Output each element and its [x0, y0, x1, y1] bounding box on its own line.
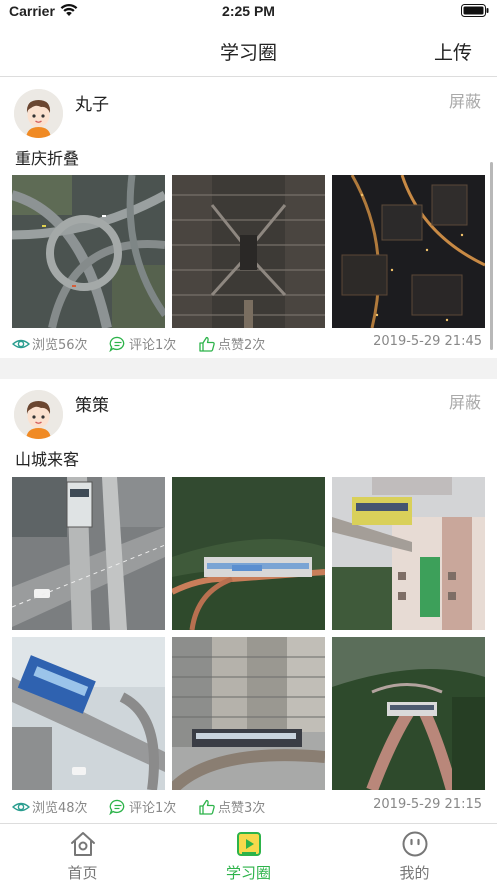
likes-stat[interactable]: 点赞2次: [198, 334, 265, 353]
tab-home-label: 首页: [67, 864, 98, 882]
avatar[interactable]: [14, 89, 63, 138]
post-text: 山城来客: [15, 450, 80, 469]
comment-icon: [109, 799, 125, 815]
upload-button[interactable]: 上传: [434, 38, 472, 65]
tab-mine[interactable]: 我的: [332, 824, 497, 883]
avatar-face-icon: [14, 390, 63, 439]
comments-stat[interactable]: 评论1次: [109, 797, 176, 816]
status-time: 2:25 PM: [222, 3, 275, 19]
likes-stat[interactable]: 点赞3次: [198, 797, 265, 816]
views-count: 浏览48次: [32, 801, 88, 816]
tab-bar: 首页 学习圈 我的: [0, 823, 497, 883]
post-stats: 浏览48次 评论1次 点赞3次 2019-5-29 21:15: [12, 797, 482, 816]
post-photo[interactable]: [332, 637, 485, 790]
views-count: 浏览56次: [32, 338, 88, 353]
face-icon: [402, 831, 428, 857]
views-stat: 浏览56次: [12, 334, 88, 353]
likes-count: 点赞3次: [218, 801, 266, 816]
comments-count: 评论1次: [129, 801, 177, 816]
navigation-bar: 学习圈 上传: [0, 24, 497, 77]
page-title: 学习圈: [219, 42, 277, 64]
comments-stat[interactable]: 评论1次: [109, 334, 176, 353]
photo-grid: [12, 477, 485, 790]
post-photo[interactable]: [172, 477, 325, 630]
post-text: 重庆折叠: [15, 149, 80, 168]
tab-study-circle[interactable]: 学习圈: [166, 824, 331, 883]
post-separator: [0, 358, 497, 379]
eye-icon: [12, 339, 30, 348]
post-photo[interactable]: [12, 175, 165, 328]
tab-study-circle-label: 学习圈: [225, 864, 271, 882]
post-card: 策策 屏蔽 山城来客 浏览48次 评论1次 点赞3次 2019-5-29 21:…: [0, 379, 497, 823]
status-bar: Carrier 2:25 PM: [0, 0, 497, 24]
post-photo[interactable]: [332, 477, 485, 630]
post-card: 丸子 屏蔽 重庆折叠 浏览56次 评论1次 点赞2次 2019-5-29 21:…: [0, 78, 497, 358]
tab-home[interactable]: 首页: [0, 824, 165, 883]
avatar-face-icon: [14, 89, 63, 138]
likes-count: 点赞2次: [218, 338, 266, 353]
tab-mine-label: 我的: [399, 864, 430, 882]
post-stats: 浏览56次 评论1次 点赞2次 2019-5-29 21:45: [12, 334, 482, 353]
post-photo[interactable]: [172, 637, 325, 790]
scrollbar[interactable]: [490, 162, 493, 350]
post-timestamp: 2019-5-29 21:15: [373, 797, 482, 812]
post-timestamp: 2019-5-29 21:45: [373, 334, 482, 349]
avatar[interactable]: [14, 390, 63, 439]
home-icon: [71, 832, 95, 856]
author-name[interactable]: 策策: [75, 391, 109, 416]
play-square-icon: [237, 832, 261, 856]
thumbs-up-icon: [199, 799, 215, 815]
eye-icon: [12, 802, 30, 811]
post-photo[interactable]: [172, 175, 325, 328]
block-button[interactable]: 屏蔽: [449, 389, 481, 413]
battery-icon: [461, 4, 489, 17]
post-feed[interactable]: 丸子 屏蔽 重庆折叠 浏览56次 评论1次 点赞2次 2019-5-29 21:…: [0, 78, 497, 823]
comment-icon: [109, 336, 125, 352]
views-stat: 浏览48次: [12, 797, 88, 816]
post-photo[interactable]: [12, 477, 165, 630]
author-name[interactable]: 丸子: [75, 90, 109, 115]
post-photo[interactable]: [12, 637, 165, 790]
block-button[interactable]: 屏蔽: [449, 88, 481, 112]
post-photo[interactable]: [332, 175, 485, 328]
comments-count: 评论1次: [129, 338, 177, 353]
thumbs-up-icon: [199, 336, 215, 352]
photo-grid: [12, 175, 485, 328]
